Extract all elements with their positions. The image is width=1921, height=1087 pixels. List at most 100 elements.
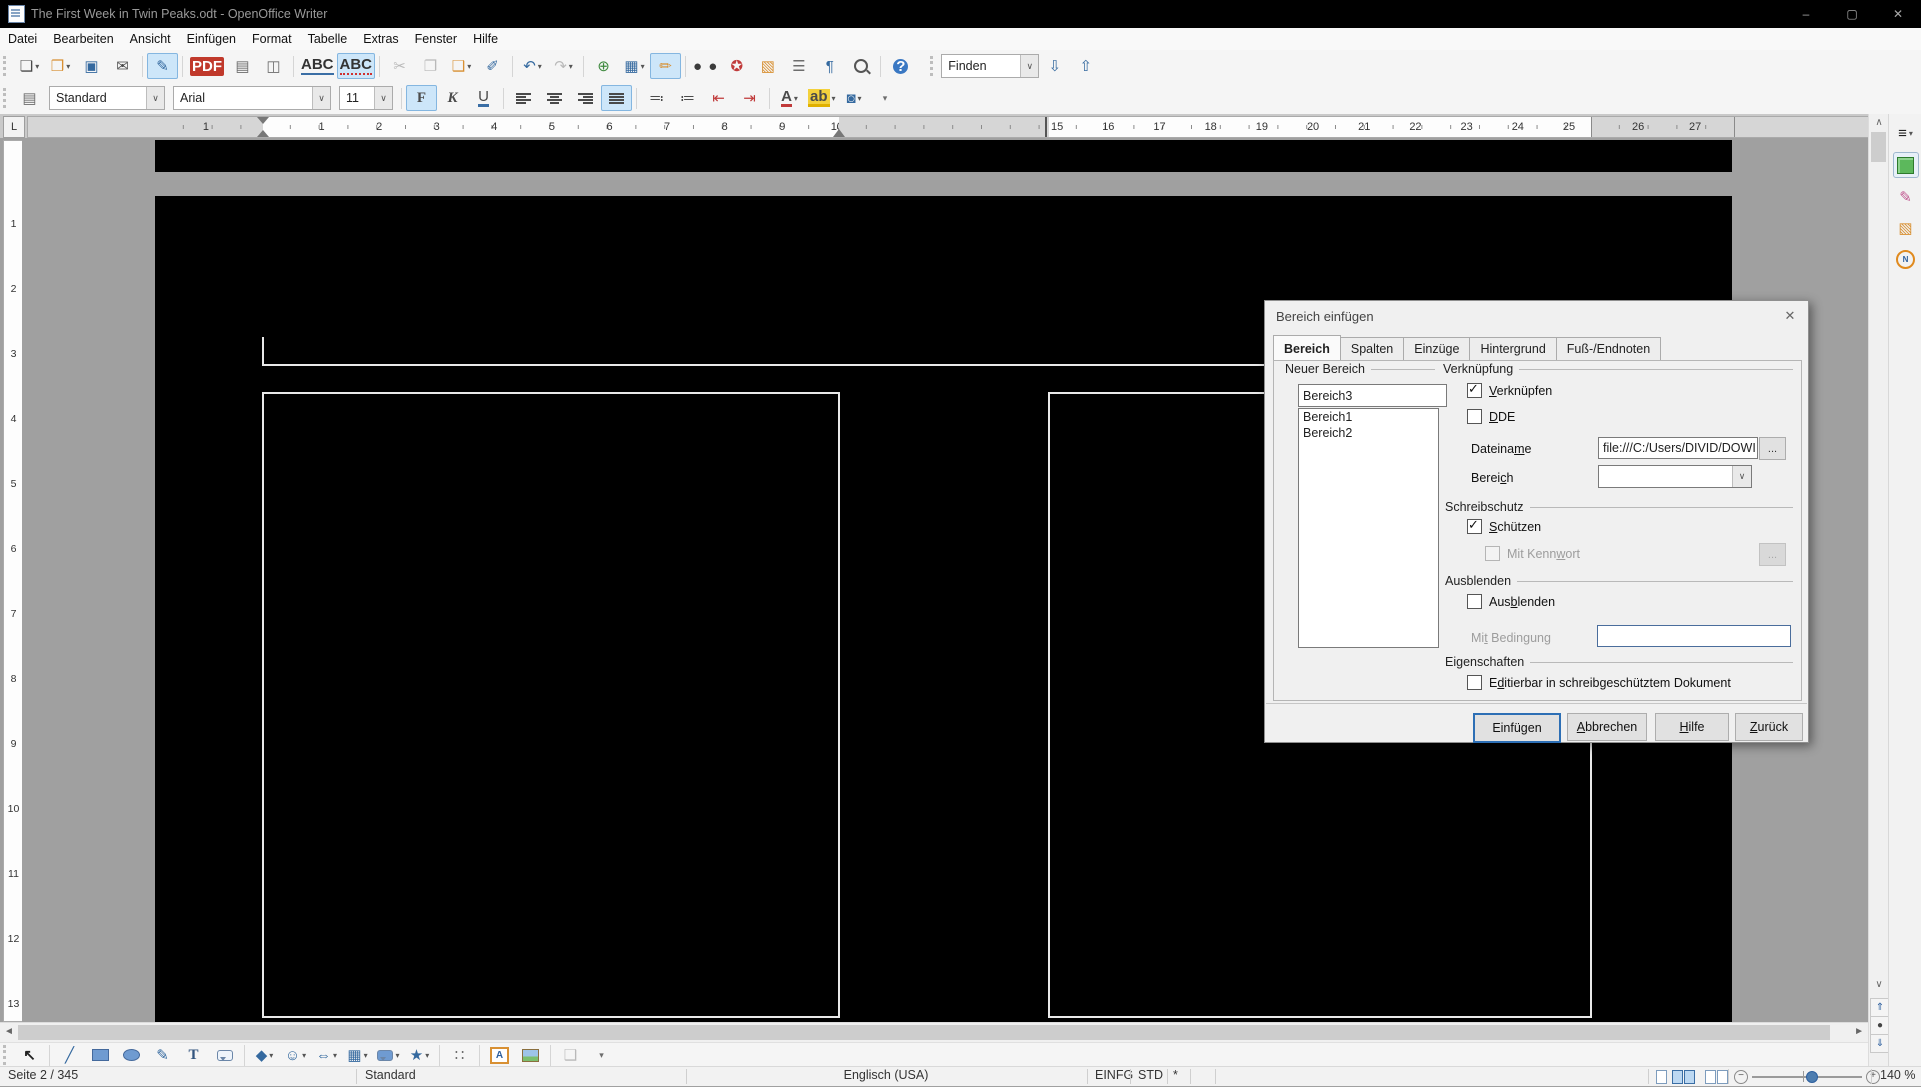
menu-item[interactable]: Datei <box>0 30 45 48</box>
dialog-tab[interactable]: Hintergrund <box>1469 337 1556 362</box>
horizontal-ruler[interactable]: 1 12345678910 1516171819202122232425 262… <box>27 116 1886 138</box>
bullet-list-button[interactable]: ≔ <box>672 85 703 111</box>
toolbar-grip[interactable] <box>3 56 10 76</box>
align-right-button[interactable] <box>570 85 601 111</box>
dde-checkbox[interactable] <box>1467 409 1482 424</box>
insert-mode-status[interactable]: EINFG <box>1095 1068 1133 1082</box>
paragraph-style-select[interactable]: Standard ∨ <box>49 86 165 110</box>
increase-indent-button[interactable]: ⇥ <box>734 85 765 111</box>
text-tool-button[interactable]: T <box>178 1044 209 1067</box>
menu-item[interactable]: Tabelle <box>300 30 356 48</box>
open-button[interactable]: ❒▾ <box>45 53 76 79</box>
menu-item[interactable]: Ansicht <box>122 30 179 48</box>
vertical-scroll-thumb[interactable] <box>1871 132 1886 162</box>
line-tool-button[interactable]: ╱ <box>54 1044 85 1067</box>
close-button[interactable]: ✕ <box>1875 0 1921 28</box>
email-button[interactable]: ✉ <box>107 53 138 79</box>
scroll-left-icon[interactable]: ◄ <box>4 1026 14 1037</box>
menu-item[interactable]: Einfügen <box>179 30 244 48</box>
background-color-button[interactable]: ◙▾ <box>839 85 870 111</box>
fontwork-button[interactable]: A <box>484 1044 515 1067</box>
hyperlink-button[interactable]: ⊕ <box>588 53 619 79</box>
new-section-name-input[interactable]: Bereich3 <box>1298 384 1447 407</box>
find-input[interactable]: Finden ∨ <box>941 54 1039 78</box>
insert-button[interactable]: Einfügen <box>1473 713 1561 743</box>
menu-item[interactable]: Hilfe <box>465 30 506 48</box>
underline-button[interactable]: U <box>468 85 499 111</box>
minimize-button[interactable]: – <box>1783 0 1829 28</box>
flowchart-button[interactable]: ▦▾ <box>342 1044 373 1067</box>
print-button[interactable]: ▤ <box>227 53 258 79</box>
font-size-select[interactable]: 11 ∨ <box>339 86 393 110</box>
ellipse-tool-button[interactable] <box>116 1044 147 1067</box>
save-button[interactable]: ▣ <box>76 53 107 79</box>
menu-item[interactable]: Format <box>244 30 300 48</box>
dialog-tab[interactable]: Bereich <box>1273 335 1341 360</box>
next-page-button[interactable]: ⇓ <box>1870 1034 1890 1053</box>
editable-checkbox[interactable] <box>1467 675 1482 690</box>
chevron-down-icon[interactable]: ∨ <box>374 87 392 109</box>
book-view-icon[interactable] <box>1705 1070 1716 1084</box>
formatting-marks-button[interactable]: ¶ <box>814 53 845 79</box>
insert-table-button[interactable]: ▦▾ <box>619 53 650 79</box>
numbered-list-button[interactable]: ≕ <box>641 85 672 111</box>
sidebar-styles-icon[interactable]: ✎ <box>1894 185 1918 209</box>
toolbar-overflow-button[interactable]: ▾ <box>870 85 901 111</box>
right-indent-marker[interactable] <box>833 123 845 137</box>
edit-file-button[interactable]: ✎ <box>147 53 178 79</box>
text-callout-button[interactable] <box>209 1044 240 1067</box>
spellcheck-button[interactable]: ABC <box>298 53 337 79</box>
autospellcheck-button[interactable]: ABC <box>337 53 376 79</box>
section-list-item[interactable]: Bereich1 <box>1299 409 1438 425</box>
zoom-button[interactable] <box>845 53 876 79</box>
new-document-button[interactable]: ❏▾ <box>14 53 45 79</box>
condition-input[interactable] <box>1597 625 1791 647</box>
navigation-dot-button[interactable]: ● <box>1870 1016 1890 1035</box>
zoom-out-icon[interactable]: − <box>1734 1070 1748 1084</box>
scroll-up-icon[interactable]: ∧ <box>1869 114 1889 131</box>
decrease-indent-button[interactable]: ⇤ <box>703 85 734 111</box>
insert-picture-button[interactable] <box>515 1044 546 1067</box>
find-replace-button[interactable]: ● ● <box>690 53 721 79</box>
format-paintbrush-button[interactable]: ✐ <box>477 53 508 79</box>
indent-marker-bottom[interactable] <box>257 124 269 137</box>
font-color-button[interactable]: A▾ <box>774 85 805 111</box>
toolbar-grip[interactable] <box>930 56 937 76</box>
sidebar-gallery-icon[interactable]: ▧ <box>1894 216 1918 240</box>
tab-stop-selector[interactable]: L <box>3 116 25 138</box>
zoom-in-icon[interactable]: + <box>1866 1070 1880 1084</box>
scroll-down-icon[interactable]: ∨ <box>1869 976 1889 993</box>
align-center-button[interactable] <box>539 85 570 111</box>
filename-input[interactable]: file:///C:/Users/DIVID/DOWI <box>1598 437 1758 459</box>
bold-button[interactable]: F <box>406 85 437 111</box>
horizontal-scroll-thumb[interactable] <box>18 1025 1830 1040</box>
section-list[interactable]: Bereich1Bereich2 <box>1298 408 1439 648</box>
styles-window-button[interactable]: ▤ <box>14 85 45 111</box>
menu-item[interactable]: Extras <box>355 30 406 48</box>
draw-functions-button[interactable]: ✏ <box>650 53 681 79</box>
scroll-right-icon[interactable]: ► <box>1854 1026 1864 1037</box>
link-checkbox[interactable] <box>1467 383 1482 398</box>
navigator-button[interactable]: ✪ <box>721 53 752 79</box>
symbol-shapes-button[interactable]: ☺▾ <box>280 1044 311 1067</box>
callouts-button[interactable]: ▾ <box>373 1044 404 1067</box>
basic-shapes-button[interactable]: ◆▾ <box>249 1044 280 1067</box>
protect-checkbox[interactable] <box>1467 519 1482 534</box>
gallery-button[interactable]: ▧ <box>752 53 783 79</box>
italic-button[interactable]: K <box>437 85 468 111</box>
toolbar-grip[interactable] <box>3 1045 10 1065</box>
dialog-tab[interactable]: Einzüge <box>1403 337 1470 362</box>
drawbar-overflow-button[interactable]: ▾ <box>586 1044 617 1067</box>
chevron-down-icon[interactable]: ∨ <box>1732 466 1751 487</box>
find-previous-button[interactable]: ⇧ <box>1070 53 1101 79</box>
selection-mode-status[interactable]: STD <box>1138 1068 1163 1082</box>
sidebar-menu-icon[interactable]: ≡▾ <box>1894 121 1918 145</box>
rectangle-tool-button[interactable] <box>85 1044 116 1067</box>
section-list-item[interactable]: Bereich2 <box>1299 425 1438 441</box>
freeform-tool-button[interactable]: ✎ <box>147 1044 178 1067</box>
help-button[interactable]: ? <box>885 53 916 79</box>
zoom-slider-thumb[interactable] <box>1806 1071 1818 1083</box>
help-button-dialog[interactable]: Hilfe <box>1655 713 1729 741</box>
hide-checkbox[interactable] <box>1467 594 1482 609</box>
horizontal-scrollbar[interactable]: ◄ ► <box>0 1022 1868 1043</box>
